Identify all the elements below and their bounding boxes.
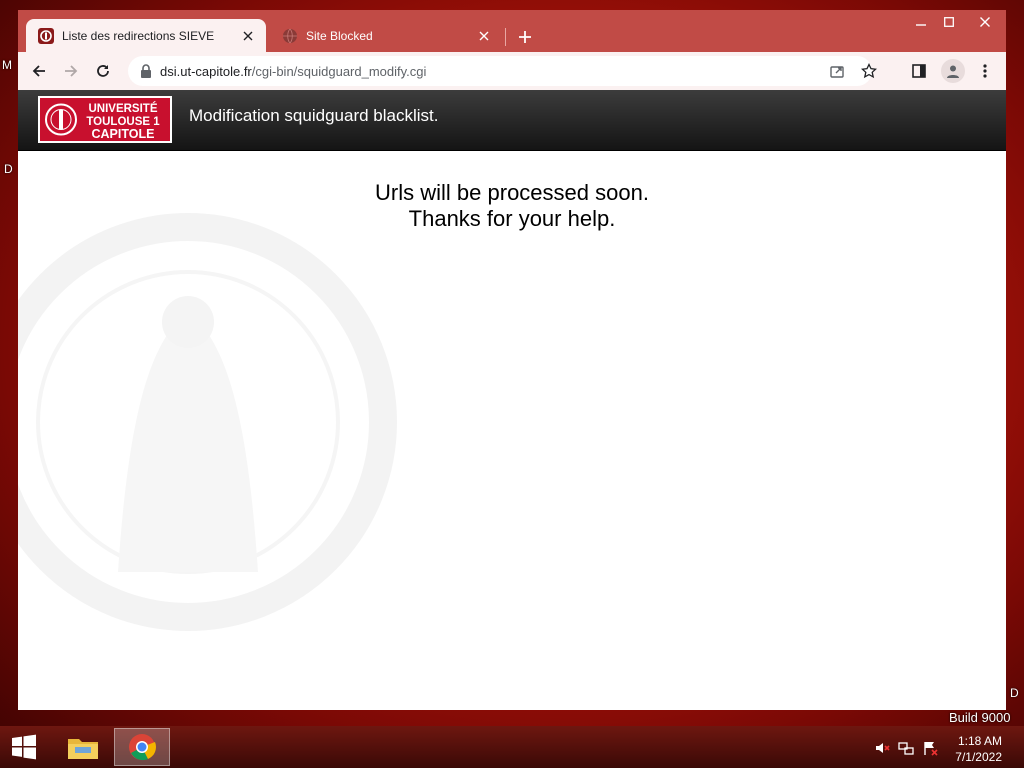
reload-button[interactable] [92, 60, 114, 82]
close-icon [980, 17, 990, 27]
arrow-right-icon [65, 65, 78, 77]
tab-site-blocked[interactable]: Site Blocked [270, 19, 502, 52]
page-title: Modification squidguard blacklist. [189, 106, 439, 125]
arrow-left-icon [32, 65, 45, 77]
tab-title: Site Blocked [306, 28, 373, 43]
lock-icon[interactable] [138, 63, 154, 79]
address-bar[interactable]: dsi.ut-capitole.fr/cgi-bin/squidguard_mo… [128, 56, 877, 86]
browser-toolbar: dsi.ut-capitole.fr/cgi-bin/squidguard_mo… [18, 52, 1006, 91]
file-explorer-button[interactable] [55, 728, 111, 766]
tab-divider [505, 28, 506, 46]
university-seal-icon: UNIVERSITÉ TOULOUSE 1 CAPITOLE [45, 102, 160, 141]
globe-icon [283, 28, 297, 43]
plus-icon [519, 31, 531, 43]
share-button[interactable] [828, 62, 846, 80]
system-clock[interactable]: 1:18 AM 7/1/2022 [955, 733, 1002, 765]
side-panel-button[interactable] [908, 60, 930, 82]
university-seal-watermark [18, 213, 397, 631]
new-tab-button[interactable] [514, 26, 536, 48]
sieve-icon [38, 27, 54, 44]
browser-window: Liste des redirections SIEVE Site Blocke… [18, 10, 1006, 710]
chrome-taskbar-button[interactable] [114, 728, 170, 766]
close-tab-icon[interactable] [476, 28, 492, 44]
more-vertical-icon [983, 64, 987, 78]
url-text[interactable]: dsi.ut-capitole.fr/cgi-bin/squidguard_mo… [160, 64, 426, 79]
page-content: UNIVERSITÉ TOULOUSE 1 CAPITOLE Modificat… [18, 90, 1006, 710]
volume-muted-icon[interactable] [874, 740, 890, 756]
maximize-button[interactable] [932, 10, 966, 34]
close-window-button[interactable] [968, 10, 1002, 34]
tab-strip: Liste des redirections SIEVE Site Blocke… [18, 10, 1006, 52]
menu-button[interactable] [974, 60, 996, 82]
status-message-line1: Urls will be processed soon. [375, 180, 649, 205]
reload-icon [97, 65, 109, 77]
chrome-icon [129, 734, 156, 761]
start-button[interactable] [0, 728, 48, 766]
desktop-icon-label: D [4, 162, 13, 176]
side-panel-icon [912, 64, 926, 78]
clock-date: 7/1/2022 [955, 750, 1002, 764]
avatar-icon [947, 65, 959, 78]
maximize-icon [944, 17, 954, 27]
action-center-flag-icon[interactable] [922, 740, 938, 756]
folder-icon [68, 739, 98, 759]
taskbar: 1:18 AM 7/1/2022 [0, 726, 1024, 768]
site-header: UNIVERSITÉ TOULOUSE 1 CAPITOLE Modificat… [18, 90, 1006, 151]
url-path: /cgi-bin/squidguard_modify.cgi [251, 64, 427, 79]
bookmark-button[interactable] [860, 62, 878, 80]
logo-line3: CAPITOLE [92, 127, 155, 141]
logo-line1: UNIVERSITÉ [88, 102, 157, 115]
windows-logo-icon [12, 734, 36, 760]
close-tab-icon[interactable] [240, 28, 256, 44]
status-message-line2: Thanks for your help. [408, 206, 616, 231]
network-icon[interactable] [898, 740, 914, 756]
windows-build-watermark: Build 9000 [949, 710, 1011, 725]
tab-sieve[interactable]: Liste des redirections SIEVE [26, 19, 266, 52]
minimize-icon [916, 24, 926, 26]
clock-time: 1:18 AM [957, 734, 1002, 748]
desktop-icon-label: M [2, 58, 12, 72]
url-host: dsi.ut-capitole.fr [160, 64, 252, 79]
tab-title: Liste des redirections SIEVE [62, 28, 215, 43]
back-button[interactable] [28, 60, 50, 82]
university-logo[interactable]: UNIVERSITÉ TOULOUSE 1 CAPITOLE [38, 96, 172, 143]
forward-button[interactable] [60, 60, 82, 82]
star-icon [861, 63, 877, 79]
share-icon [830, 66, 844, 78]
profile-button[interactable] [941, 59, 965, 83]
desktop-fragment: D [1010, 686, 1019, 700]
